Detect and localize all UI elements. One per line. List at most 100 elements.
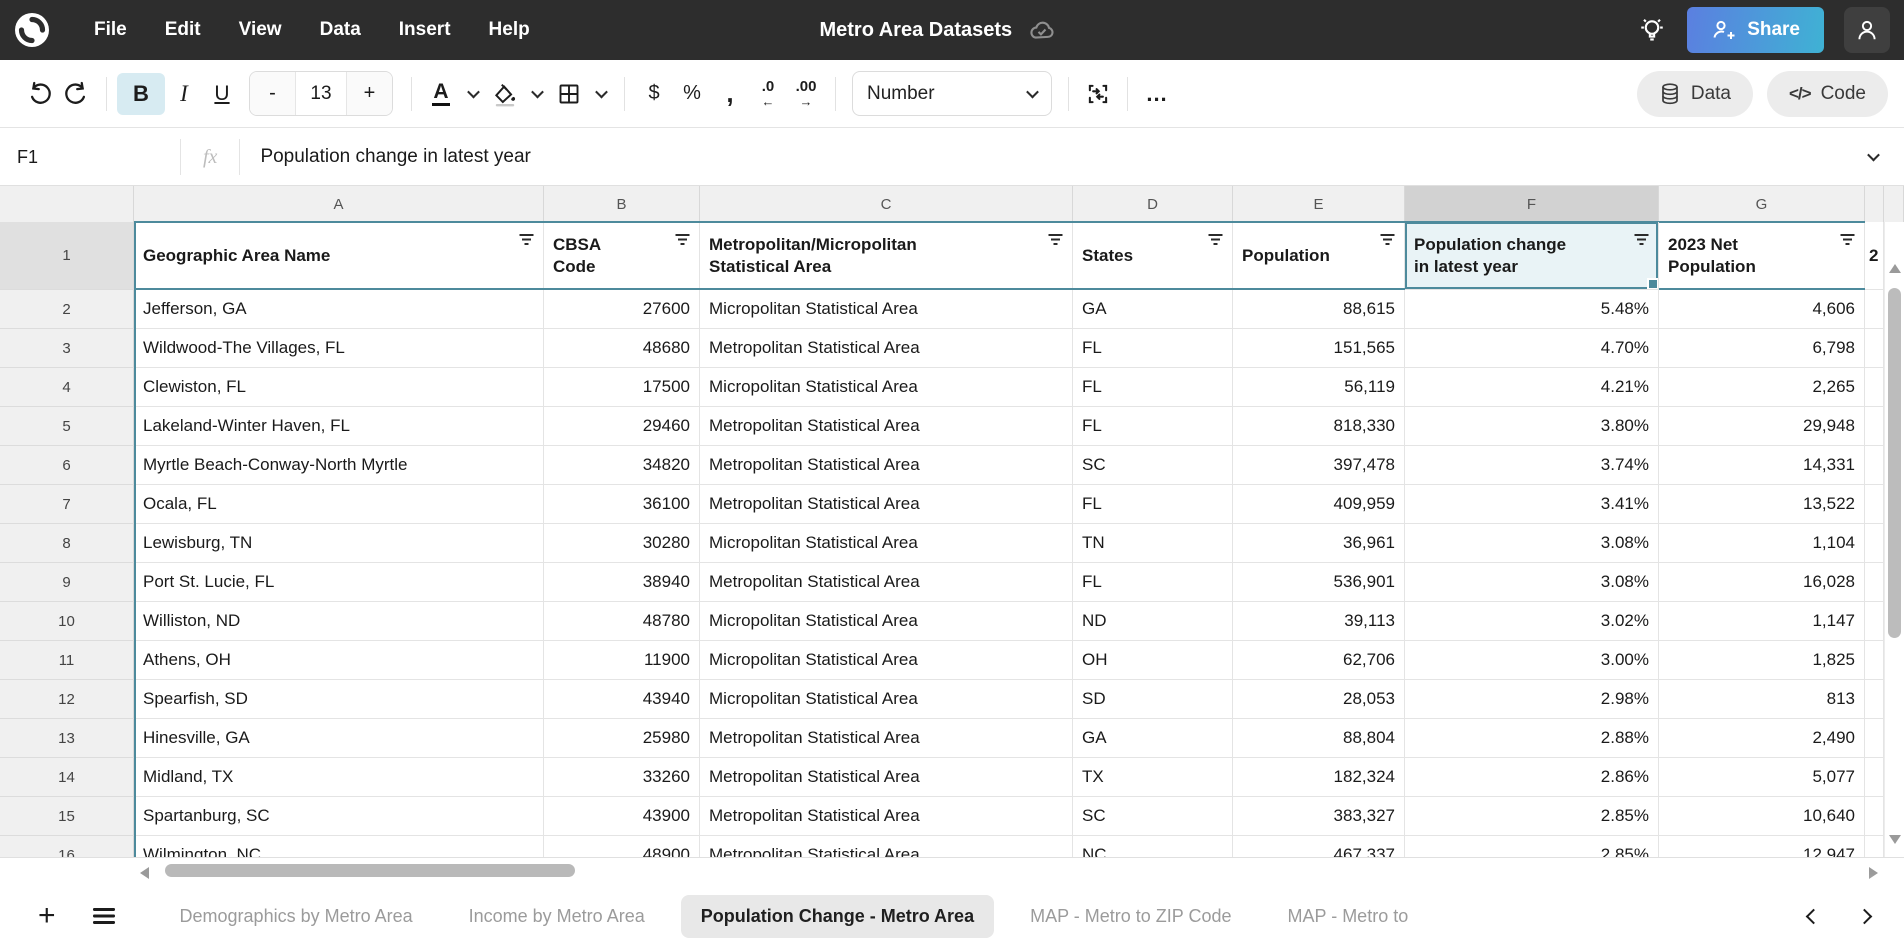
cell-B9[interactable]: 38940	[544, 563, 700, 602]
header-cell-G1[interactable]: 2023 Net Population	[1659, 222, 1865, 290]
cell-A9[interactable]: Port St. Lucie, FL	[134, 563, 544, 602]
cell-D14[interactable]: TX	[1073, 758, 1233, 797]
cell-D13[interactable]: GA	[1073, 719, 1233, 758]
cell-C7[interactable]: Metropolitan Statistical Area	[700, 485, 1073, 524]
cell-B2[interactable]: 27600	[544, 290, 700, 329]
sheet-list-button[interactable]	[92, 906, 116, 926]
cell-C10[interactable]: Micropolitan Statistical Area	[700, 602, 1073, 641]
cell-peek[interactable]	[1865, 290, 1884, 329]
cell-F3[interactable]: 4.70%	[1405, 329, 1659, 368]
cell-C2[interactable]: Micropolitan Statistical Area	[700, 290, 1073, 329]
cell-E2[interactable]: 88,615	[1233, 290, 1405, 329]
cell-E6[interactable]: 397,478	[1233, 446, 1405, 485]
document-title[interactable]: Metro Area Datasets	[819, 19, 1012, 42]
cell-E4[interactable]: 56,119	[1233, 368, 1405, 407]
cell-peek[interactable]	[1865, 524, 1884, 563]
comma-format-button[interactable]: ,	[711, 73, 749, 115]
fill-color-button[interactable]	[486, 73, 524, 115]
account-avatar-button[interactable]	[1844, 7, 1890, 53]
cell-peek[interactable]	[1865, 368, 1884, 407]
cell-E16[interactable]: 467,337	[1233, 836, 1405, 858]
cell-E3[interactable]: 151,565	[1233, 329, 1405, 368]
menu-data[interactable]: Data	[320, 19, 361, 41]
header-cell-F1[interactable]: Population change in latest year	[1405, 222, 1659, 290]
text-color-button[interactable]: A	[422, 73, 460, 115]
cell-A16[interactable]: Wilmington, NC	[134, 836, 544, 858]
cell-peek[interactable]	[1865, 563, 1884, 602]
sheet-tab-demographics-by-metro-area[interactable]: Demographics by Metro Area	[160, 895, 433, 938]
cell-C12[interactable]: Micropolitan Statistical Area	[700, 680, 1073, 719]
share-button[interactable]: Share	[1687, 7, 1824, 53]
cell-D11[interactable]: OH	[1073, 641, 1233, 680]
cell-peek[interactable]	[1865, 719, 1884, 758]
cell-G5[interactable]: 29,948	[1659, 407, 1865, 446]
cell-G7[interactable]: 13,522	[1659, 485, 1865, 524]
tips-bulb-icon[interactable]	[1637, 15, 1667, 45]
header-cell-A1[interactable]: Geographic Area Name	[134, 222, 544, 290]
vertical-scrollbar[interactable]	[1884, 222, 1904, 858]
fit-columns-icon[interactable]	[1079, 73, 1117, 115]
cell-G9[interactable]: 16,028	[1659, 563, 1865, 602]
cell-F6[interactable]: 3.74%	[1405, 446, 1659, 485]
text-color-chevron-icon[interactable]	[460, 73, 486, 115]
cell-D10[interactable]: ND	[1073, 602, 1233, 641]
header-cell-D1[interactable]: States	[1073, 222, 1233, 290]
cell-peek[interactable]	[1865, 485, 1884, 524]
cell-B16[interactable]: 48900	[544, 836, 700, 858]
cell-C11[interactable]: Micropolitan Statistical Area	[700, 641, 1073, 680]
italic-button[interactable]: I	[165, 73, 203, 115]
cell-A6[interactable]: Myrtle Beach-Conway-North Myrtle	[134, 446, 544, 485]
cell-F11[interactable]: 3.00%	[1405, 641, 1659, 680]
cell-A3[interactable]: Wildwood-The Villages, FL	[134, 329, 544, 368]
cell-E15[interactable]: 383,327	[1233, 797, 1405, 836]
filter-icon[interactable]	[1380, 234, 1395, 246]
cell-B12[interactable]: 43940	[544, 680, 700, 719]
cell-F10[interactable]: 3.02%	[1405, 602, 1659, 641]
cell-A5[interactable]: Lakeland-Winter Haven, FL	[134, 407, 544, 446]
cell-B11[interactable]: 11900	[544, 641, 700, 680]
formula-input[interactable]: Population change in latest year	[260, 146, 530, 168]
row-number-11[interactable]: 11	[0, 641, 134, 680]
font-size-decrease-button[interactable]: -	[250, 72, 295, 115]
column-letter-E[interactable]: E	[1233, 186, 1405, 222]
column-letter-C[interactable]: C	[700, 186, 1073, 222]
cell-F15[interactable]: 2.85%	[1405, 797, 1659, 836]
cell-G15[interactable]: 10,640	[1659, 797, 1865, 836]
cell-G6[interactable]: 14,331	[1659, 446, 1865, 485]
scroll-left-arrow-icon[interactable]	[140, 867, 149, 879]
cell-G3[interactable]: 6,798	[1659, 329, 1865, 368]
borders-chevron-icon[interactable]	[588, 73, 614, 115]
cell-E11[interactable]: 62,706	[1233, 641, 1405, 680]
cell-G2[interactable]: 4,606	[1659, 290, 1865, 329]
cell-A7[interactable]: Ocala, FL	[134, 485, 544, 524]
filter-icon[interactable]	[675, 234, 690, 246]
add-sheet-button[interactable]: +	[38, 901, 56, 931]
cell-peek[interactable]	[1865, 407, 1884, 446]
cell-A13[interactable]: Hinesville, GA	[134, 719, 544, 758]
row-number-8[interactable]: 8	[0, 524, 134, 563]
horizontal-scrollbar[interactable]	[0, 861, 1904, 887]
row-number-13[interactable]: 13	[0, 719, 134, 758]
scroll-down-arrow-icon[interactable]	[1889, 835, 1901, 844]
cell-B6[interactable]: 34820	[544, 446, 700, 485]
cell-C6[interactable]: Metropolitan Statistical Area	[700, 446, 1073, 485]
cell-C14[interactable]: Metropolitan Statistical Area	[700, 758, 1073, 797]
app-logo-icon[interactable]	[14, 12, 50, 48]
cell-F16[interactable]: 2.85%	[1405, 836, 1659, 858]
cell-E5[interactable]: 818,330	[1233, 407, 1405, 446]
header-cell-C1[interactable]: Metropolitan/Micropolitan Statistical Ar…	[700, 222, 1073, 290]
filter-icon[interactable]	[519, 234, 534, 246]
cell-D4[interactable]: FL	[1073, 368, 1233, 407]
cell-G8[interactable]: 1,104	[1659, 524, 1865, 563]
row-number-7[interactable]: 7	[0, 485, 134, 524]
scroll-right-arrow-icon[interactable]	[1869, 867, 1878, 879]
row-number-1[interactable]: 1	[0, 222, 134, 290]
cell-D16[interactable]: NC	[1073, 836, 1233, 858]
undo-button[interactable]	[20, 73, 58, 115]
cell-F5[interactable]: 3.80%	[1405, 407, 1659, 446]
cell-E14[interactable]: 182,324	[1233, 758, 1405, 797]
redo-button[interactable]	[58, 73, 96, 115]
cell-G12[interactable]: 813	[1659, 680, 1865, 719]
vertical-scrollbar-thumb[interactable]	[1888, 288, 1901, 638]
borders-button[interactable]	[550, 73, 588, 115]
